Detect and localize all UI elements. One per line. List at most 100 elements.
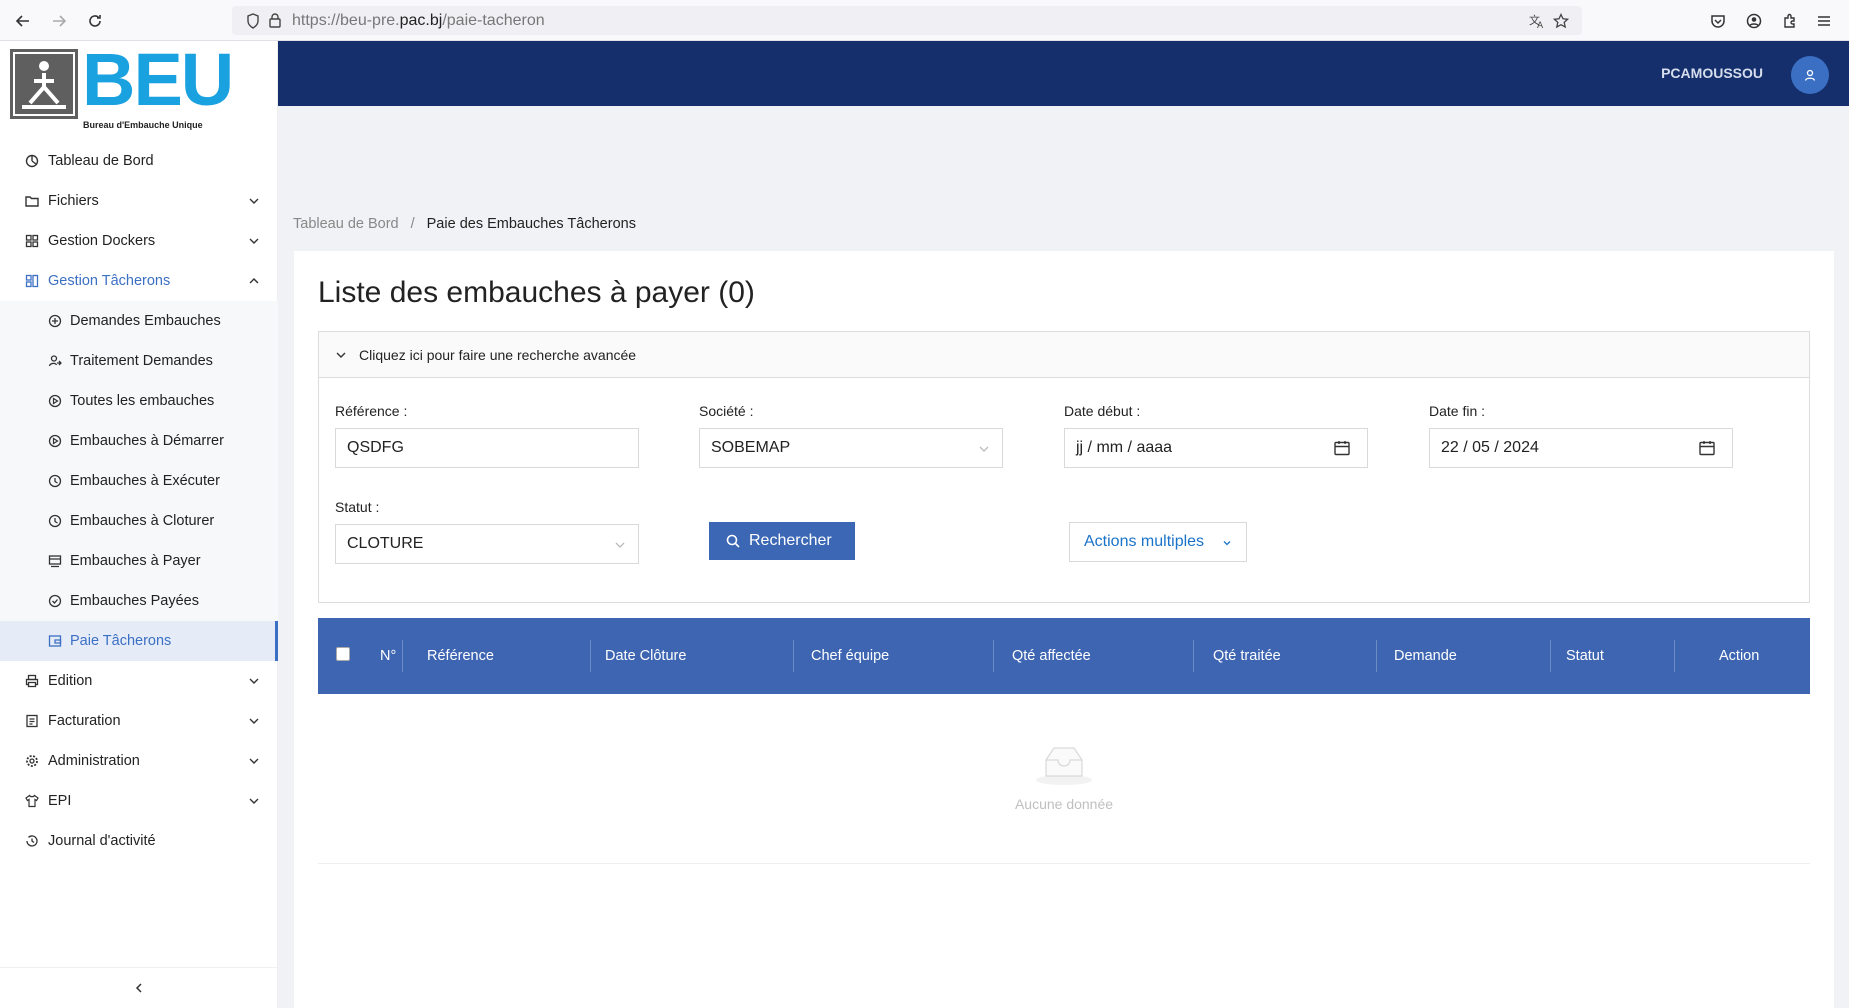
- bookmark-star-icon[interactable]: [1552, 12, 1570, 30]
- breadcrumb-current: Paie des Embauches Tâcherons: [426, 216, 636, 232]
- sidebar-item-embauches-a-cloturer[interactable]: Embauches à Cloturer: [0, 501, 278, 541]
- column-divider: [1674, 640, 1675, 672]
- search-button[interactable]: Rechercher: [709, 522, 855, 560]
- sidebar-item-label: Paie Tâcherons: [70, 633, 172, 649]
- reference-label: Référence :: [335, 403, 408, 419]
- column-header-numero[interactable]: N°: [380, 648, 396, 664]
- clock-icon: [47, 473, 63, 489]
- column-header-demande[interactable]: Demande: [1394, 648, 1457, 664]
- table-header: N° Référence Date Clôture Chef équipe Qt…: [318, 618, 1810, 694]
- invoice-icon: [24, 713, 40, 729]
- sidebar-item-facturation[interactable]: Facturation: [0, 701, 278, 741]
- calendar-icon[interactable]: [1333, 439, 1351, 457]
- select-all-checkbox[interactable]: [336, 647, 350, 661]
- reload-icon[interactable]: [84, 10, 106, 32]
- menu-icon[interactable]: [1814, 11, 1834, 31]
- multiple-actions-label: Actions multiples: [1084, 533, 1205, 550]
- sidebar-collapse-button[interactable]: [0, 967, 278, 1007]
- sidebar-item-fichiers[interactable]: Fichiers: [0, 181, 278, 221]
- breadcrumb-home[interactable]: Tableau de Bord: [293, 216, 399, 232]
- logo-text: BEU: [82, 38, 234, 121]
- logo[interactable]: BEU Bureau d'Embauche Unique: [10, 43, 234, 130]
- reference-value: QSDFG: [347, 439, 404, 456]
- top-header: PCAMOUSSOU: [278, 41, 1849, 106]
- column-header-action[interactable]: Action: [1719, 648, 1759, 664]
- statut-value: CLOTURE: [347, 535, 424, 552]
- column-divider: [402, 640, 403, 672]
- svg-text:A: A: [1537, 21, 1544, 29]
- sidebar-item-embauches-a-payer[interactable]: Embauches à Payer: [0, 541, 278, 581]
- calendar-icon[interactable]: [1698, 439, 1716, 457]
- sidebar-item-gestion-dockers[interactable]: Gestion Dockers: [0, 221, 278, 261]
- lock-icon[interactable]: [266, 12, 284, 30]
- sidebar-item-label: Tableau de Bord: [48, 153, 154, 169]
- column-divider: [1376, 640, 1377, 672]
- sidebar-item-administration[interactable]: Administration: [0, 741, 278, 781]
- back-icon[interactable]: [12, 10, 34, 32]
- advanced-search-toggle[interactable]: Cliquez ici pour faire une recherche ava…: [319, 332, 1809, 378]
- column-header-reference[interactable]: Référence: [427, 648, 494, 664]
- page-title: Liste des embauches à payer (0): [318, 276, 755, 309]
- breadcrumb-separator: /: [410, 216, 415, 232]
- societe-select[interactable]: SOBEMAP: [699, 428, 1003, 468]
- sidebar-item-label: Embauches à Démarrer: [70, 433, 224, 449]
- empty-inbox-icon: [1036, 747, 1092, 785]
- user-icon: [1804, 69, 1816, 81]
- sidebar-item-epi[interactable]: EPI: [0, 781, 278, 821]
- multiple-actions-dropdown[interactable]: Actions multiples: [1069, 522, 1247, 562]
- forward-icon[interactable]: [48, 10, 70, 32]
- pocket-icon[interactable]: [1708, 11, 1728, 31]
- sidebar-item-label: Demandes Embauches: [70, 313, 221, 329]
- column-header-chef-equipe[interactable]: Chef équipe: [811, 648, 889, 664]
- column-divider: [590, 640, 591, 672]
- user-name[interactable]: PCAMOUSSOU: [1661, 65, 1763, 81]
- sidebar-item-label: EPI: [48, 793, 72, 809]
- column-divider: [793, 640, 794, 672]
- sidebar-item-embauches-a-executer[interactable]: Embauches à Exécuter: [0, 461, 278, 501]
- account-icon[interactable]: [1744, 11, 1764, 31]
- sidebar-item-traitement-demandes[interactable]: Traitement Demandes: [0, 341, 278, 381]
- sidebar-item-journal-activite[interactable]: Journal d'activité: [0, 821, 278, 861]
- date-fin-input[interactable]: 22 / 05 / 2024: [1429, 428, 1733, 468]
- column-header-qte-traitee[interactable]: Qté traitée: [1213, 648, 1281, 664]
- sidebar-item-demandes-embauches[interactable]: Demandes Embauches: [0, 301, 278, 341]
- sidebar-item-embauches-payees[interactable]: Embauches Payées: [0, 581, 278, 621]
- payment-icon: [47, 553, 63, 569]
- search-button-label: Rechercher: [749, 532, 832, 549]
- play-circle-icon: [47, 393, 63, 409]
- chevron-down-icon: [249, 678, 259, 684]
- chevron-down-icon: [249, 798, 259, 804]
- column-divider: [993, 640, 994, 672]
- chevron-down-icon: [249, 198, 259, 204]
- sidebar-item-tableau-de-bord[interactable]: Tableau de Bord: [0, 141, 278, 181]
- sidebar-item-gestion-tacherons[interactable]: Gestion Tâcherons: [0, 261, 278, 301]
- url-bar[interactable]: https://beu-pre.pac.bj/paie-tacheron 文A: [232, 6, 1582, 35]
- statut-select[interactable]: CLOTURE: [335, 524, 639, 564]
- column-header-statut[interactable]: Statut: [1566, 648, 1604, 664]
- sidebar-item-label: Embauches à Cloturer: [70, 513, 215, 529]
- column-header-date-cloture[interactable]: Date Clôture: [605, 648, 686, 664]
- column-header-qte-affectee[interactable]: Qté affectée: [1012, 648, 1091, 664]
- main-card: Liste des embauches à payer (0) Cliquez …: [294, 251, 1834, 1008]
- logo-emblem: [10, 49, 78, 119]
- date-debut-value: jj / mm / aaaa: [1076, 439, 1173, 456]
- extensions-icon[interactable]: [1780, 11, 1800, 31]
- chevron-down-icon: [615, 542, 625, 548]
- chevron-down-icon: [249, 758, 259, 764]
- shield-icon[interactable]: [244, 12, 262, 30]
- reference-input[interactable]: QSDFG: [335, 428, 639, 468]
- date-debut-input[interactable]: jj / mm / aaaa: [1064, 428, 1368, 468]
- translate-icon[interactable]: 文A: [1528, 12, 1546, 30]
- sidebar-item-embauches-a-demarrer[interactable]: Embauches à Démarrer: [0, 421, 278, 461]
- sidebar-item-label: Journal d'activité: [48, 833, 156, 849]
- sidebar: BEU Bureau d'Embauche Unique Tableau de …: [0, 41, 278, 1008]
- sidebar-item-paie-tacherons[interactable]: Paie Tâcherons: [0, 621, 278, 661]
- sidebar-item-toutes-les-embauches[interactable]: Toutes les embauches: [0, 381, 278, 421]
- chevron-down-icon: [1223, 541, 1231, 546]
- avatar[interactable]: [1791, 56, 1829, 94]
- sidebar-item-edition[interactable]: Edition: [0, 661, 278, 701]
- sidebar-item-label: Traitement Demandes: [70, 353, 213, 369]
- chevron-down-icon: [249, 718, 259, 724]
- chevron-down-icon: [979, 446, 989, 452]
- shirt-icon: [24, 793, 40, 809]
